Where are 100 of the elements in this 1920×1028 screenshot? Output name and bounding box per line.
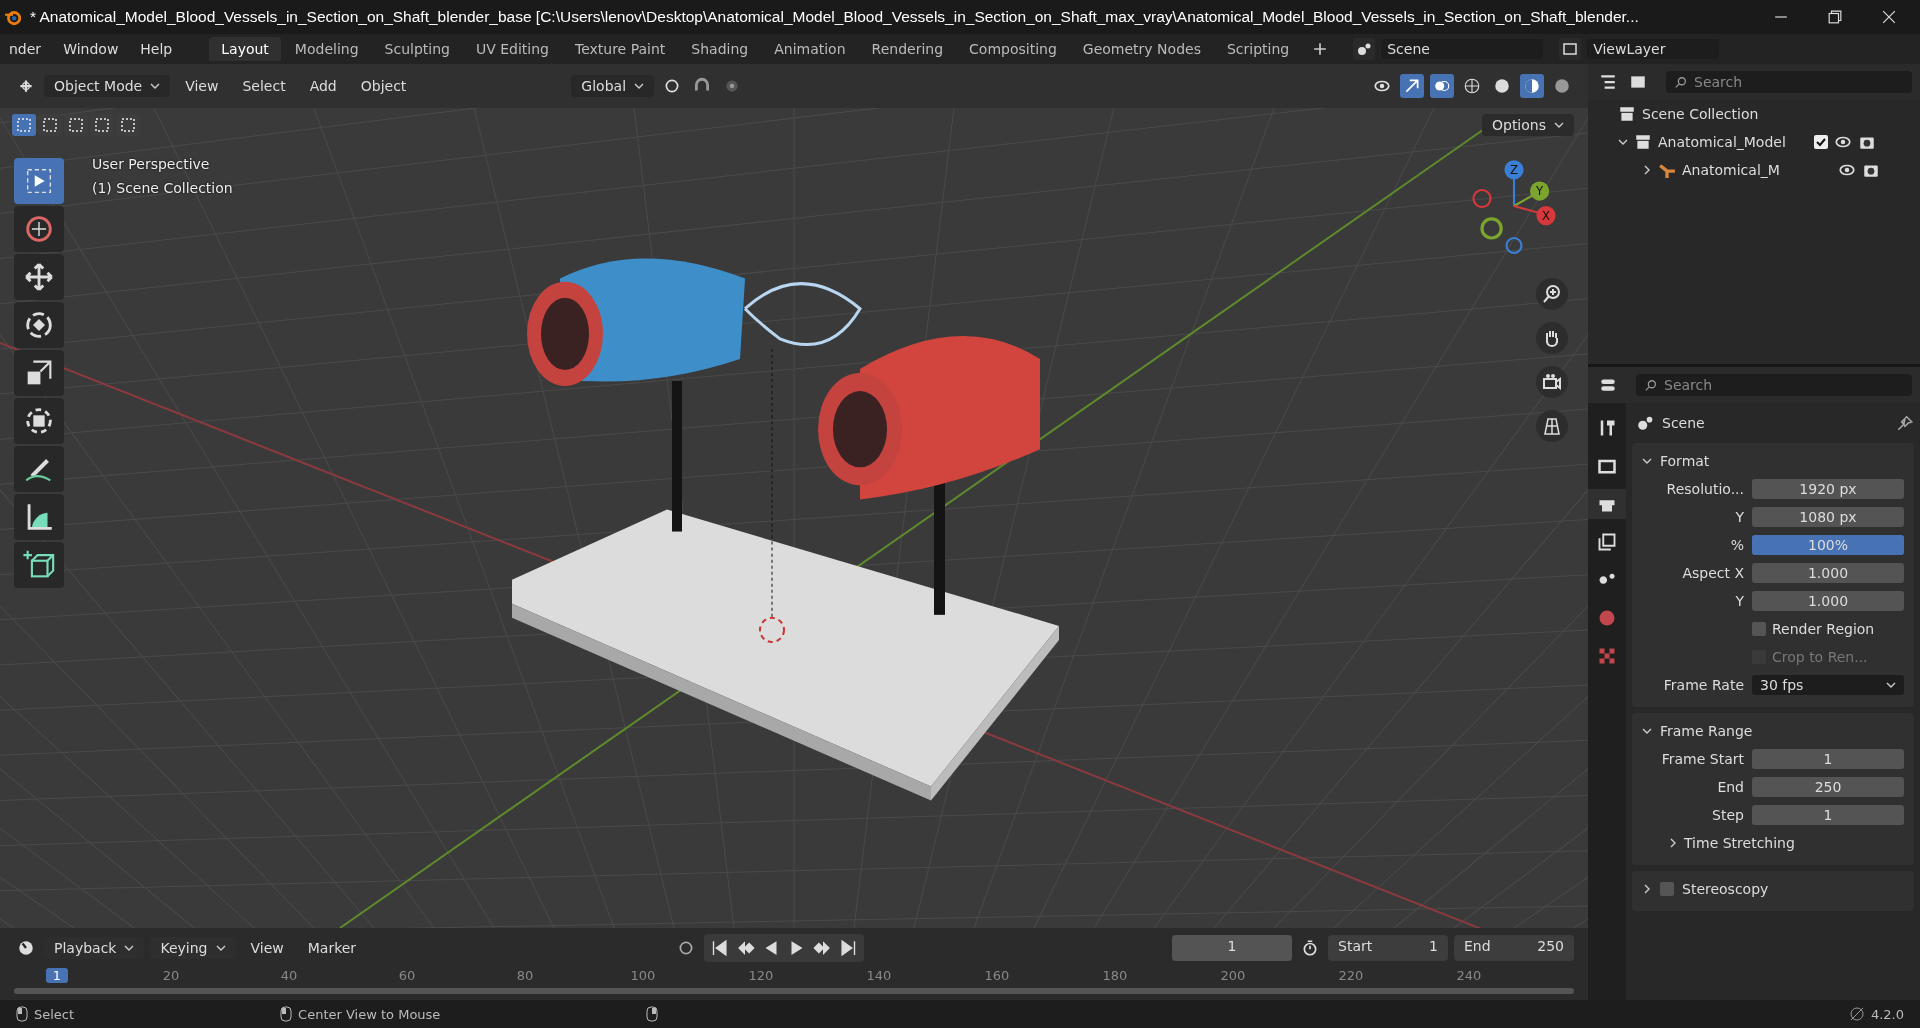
- mouse-icon: [280, 1006, 293, 1022]
- workspace-tab[interactable]: Modeling: [282, 37, 371, 61]
- number-field[interactable]: 1: [1752, 749, 1904, 769]
- mode-dropdown[interactable]: Object Mode: [44, 75, 171, 97]
- scene-icon[interactable]: [1353, 38, 1376, 60]
- menu-item[interactable]: nder: [0, 38, 51, 60]
- restore-icon[interactable]: [1828, 10, 1842, 24]
- workspace-tab[interactable]: Layout: [209, 37, 281, 61]
- chevron-icon[interactable]: [1668, 838, 1678, 848]
- percentage-slider[interactable]: 100%: [1752, 535, 1904, 555]
- search-field[interactable]: Search: [1666, 71, 1912, 93]
- menu-item[interactable]: Marker: [298, 937, 366, 959]
- frame-number: 240: [1455, 968, 1483, 983]
- scale-tool-icon[interactable]: [14, 350, 64, 396]
- start-frame-value[interactable]: 1: [1429, 938, 1438, 958]
- property-label: %: [1729, 537, 1745, 553]
- panel-title[interactable]: Format: [1660, 453, 1710, 469]
- current-frame-field[interactable]: 1: [1172, 935, 1292, 961]
- checkbox-label[interactable]: Render Region: [1772, 621, 1875, 637]
- property-label: Aspect X: [1681, 565, 1745, 581]
- subpanel-title[interactable]: Time Stretching: [1684, 835, 1795, 851]
- overlays-toggle-icon[interactable]: [1430, 74, 1454, 98]
- number-field[interactable]: 1.000: [1752, 591, 1904, 611]
- view-layer-icon[interactable]: [1559, 38, 1582, 60]
- number-field[interactable]: 1.000: [1752, 563, 1904, 583]
- zoom-icon[interactable]: [1536, 278, 1568, 310]
- workspace-tab[interactable]: Geometry Nodes: [1070, 37, 1213, 61]
- end-frame-value[interactable]: 250: [1537, 938, 1564, 958]
- rotate-tool-icon[interactable]: [14, 302, 64, 348]
- pan-hand-icon[interactable]: [1536, 322, 1568, 354]
- orientation-dropdown[interactable]: Global: [571, 75, 655, 97]
- property-label: Y: [1734, 509, 1745, 525]
- pin-icon[interactable]: [1896, 414, 1914, 432]
- frame-number: 100: [629, 968, 657, 983]
- menu-item[interactable]: Add: [300, 75, 346, 97]
- window-title: * Anatomical_Model_Blood_Vessels_in_Section_on_Shaft_blender_base [C:\Users\lenov\Desktop\Anatomical_Model_Blood_Vessels_in_Section_on_Shaft_max_vray\Anatomical_Model_Blood_Vessels_in_Section_on_Shaft_blender...: [30, 8, 1639, 26]
- search-field[interactable]: Search: [1636, 374, 1912, 396]
- add-workspace-icon[interactable]: [1313, 42, 1328, 56]
- version-label: 4.2.0: [1870, 1006, 1904, 1022]
- cursor-tool-icon[interactable]: [14, 206, 64, 252]
- add-tool-icon[interactable]: [14, 542, 64, 588]
- transform-tool-icon[interactable]: [14, 398, 64, 444]
- chevron-icon[interactable]: [1618, 137, 1628, 147]
- menu-item[interactable]: Object: [351, 75, 416, 97]
- chevron-icon[interactable]: [1642, 165, 1652, 175]
- chevron-icon[interactable]: [1642, 726, 1652, 736]
- annotate-tool-icon[interactable]: [14, 446, 64, 492]
- panel-title[interactable]: Stereoscopy: [1682, 881, 1769, 897]
- number-field[interactable]: 1920 px: [1752, 479, 1904, 499]
- caret-icon: [1554, 122, 1564, 128]
- view-layer-field[interactable]: ViewLayer: [1587, 39, 1720, 59]
- move-tool-icon[interactable]: [14, 254, 64, 300]
- menu-item[interactable]: Window: [54, 38, 128, 60]
- anatomical-model-drawing[interactable]: [512, 258, 1059, 801]
- options-dropdown[interactable]: Options: [1481, 114, 1574, 136]
- workspace-tab[interactable]: Scripting: [1214, 37, 1302, 61]
- output-tab-icon[interactable]: [1588, 489, 1626, 519]
- gizmo-toggle-icon[interactable]: [1400, 74, 1424, 98]
- playhead-marker[interactable]: 1: [46, 968, 68, 983]
- workspace-tab[interactable]: Compositing: [957, 37, 1069, 61]
- status-hint: Center View to Mouse: [298, 1006, 441, 1022]
- number-field[interactable]: 1: [1752, 805, 1904, 825]
- blender-logo-icon: [4, 8, 22, 26]
- menu-item[interactable]: Select: [233, 75, 295, 97]
- caret-icon: [634, 83, 645, 89]
- tree-item[interactable]: Scene Collection: [1642, 106, 1759, 122]
- workspace-tab[interactable]: UV Editing: [463, 37, 561, 61]
- empty-axes-icon: [1658, 161, 1676, 179]
- chevron-icon[interactable]: [1642, 456, 1652, 466]
- scene-icon: [1636, 414, 1654, 432]
- menu-item[interactable]: View: [241, 937, 293, 959]
- navigation-gizmo[interactable]: Z Y X: [1466, 158, 1562, 254]
- scene-field[interactable]: Scene: [1381, 39, 1544, 59]
- property-label: Frame Start: [1660, 751, 1745, 767]
- mouse-icon: [646, 1006, 659, 1022]
- workspace-tab[interactable]: Rendering: [859, 37, 956, 61]
- number-field[interactable]: 250: [1752, 777, 1904, 797]
- selection-mode-icon[interactable]: [12, 114, 36, 136]
- workspace-tab[interactable]: Sculpting: [372, 37, 462, 61]
- checkbox[interactable]: [1752, 622, 1766, 636]
- workspace-tab[interactable]: Texture Paint: [562, 37, 678, 61]
- menu-item[interactable]: Help: [131, 38, 182, 60]
- camera-icon[interactable]: [1536, 366, 1568, 398]
- tree-item[interactable]: Anatomical_M: [1682, 162, 1832, 178]
- menu-item[interactable]: View: [176, 75, 228, 97]
- workspace-tab[interactable]: Shading: [679, 37, 761, 61]
- 3d-cursor-icon[interactable]: [759, 616, 785, 643]
- select-tool-icon[interactable]: [14, 158, 64, 204]
- tree-item[interactable]: Anatomical_Model: [1658, 134, 1808, 150]
- number-field[interactable]: 1080 px: [1752, 507, 1904, 527]
- workspace-tab[interactable]: Animation: [762, 37, 858, 61]
- checkbox[interactable]: [1660, 882, 1674, 896]
- checkbox[interactable]: [1814, 135, 1828, 149]
- frame-rate-dropdown[interactable]: 30 fps: [1752, 675, 1904, 695]
- grid-view-icon[interactable]: [1536, 410, 1568, 442]
- material-shading-icon[interactable]: [1520, 74, 1544, 98]
- close-icon[interactable]: [1882, 10, 1896, 24]
- panel-title[interactable]: Frame Range: [1660, 723, 1753, 739]
- measure-tool-icon[interactable]: [14, 494, 64, 540]
- chevron-icon[interactable]: [1642, 884, 1652, 894]
